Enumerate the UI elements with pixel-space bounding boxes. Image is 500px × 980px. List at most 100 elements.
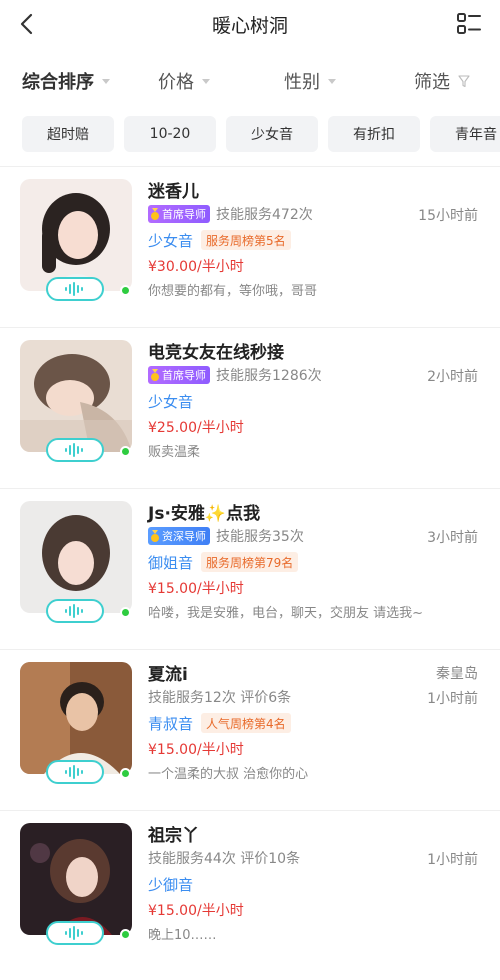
voice-play-button[interactable] [46,277,104,301]
voice-type: 少御音 [148,875,194,894]
list-item[interactable]: 祖宗丫 技能服务44次 评价10条 1小时前 少御音 ¥15.00/半小时 晚上… [0,810,500,971]
tag-chip[interactable]: 青年音 [430,116,500,152]
voice-type: 青叔音 [148,714,194,733]
tag-chip[interactable]: 少女音 [226,116,318,152]
online-status-dot [120,768,131,779]
voice-play-button[interactable] [46,438,104,462]
mentor-badge-label: 资深导师 [162,530,206,543]
avatar[interactable] [20,662,132,774]
online-status-dot [120,285,131,296]
service-stats: 技能服务1286次 [216,368,322,384]
avatar-container[interactable] [20,662,132,784]
service-stats: 技能服务12次 评价6条 [148,690,292,706]
medal-icon [151,529,159,542]
mentor-badge-label: 首席导师 [162,208,206,221]
mentor-badge-label: 首席导师 [162,369,206,382]
location: 秦皇岛 [436,666,478,682]
service-stats: 技能服务35次 [216,529,304,545]
avatar[interactable] [20,340,132,452]
voice-play-button[interactable] [46,599,104,623]
rank-badge: 服务周榜第79名 [201,552,299,572]
price: ¥15.00/半小时 [148,581,244,597]
list-item[interactable]: 电竞女友在线秒接 首席导师 技能服务1286次 2小时前 少女音 ¥25.00/… [0,327,500,488]
voice-play-button[interactable] [46,921,104,945]
list-item[interactable]: Js·安雅✨点我 资深导师 技能服务35次 3小时前 御姐音 服务周榜第79名 … [0,488,500,649]
badge-line: 首席导师 技能服务472次 [148,204,313,224]
sort-label: 价格 [158,72,194,93]
medal-icon [151,207,159,220]
sort-price[interactable]: 价格 [158,68,210,94]
badge-line: 技能服务12次 评价6条 [148,687,291,707]
companion-list: 迷香儿 首席导师 技能服务472次 15小时前 少女音 服务周榜第5名 ¥30.… [0,166,500,971]
caret-down-icon [202,79,210,84]
voice-line: 御姐音 服务周榜第79名 [148,551,299,573]
intro-text: 一个温柔的大叔 治愈你的心 [148,767,309,782]
service-stats: 技能服务472次 [216,207,313,223]
companion-name: 祖宗丫 [148,826,199,846]
list-view-button[interactable] [456,12,482,36]
last-active-time: 1小时前 [427,691,478,707]
avatar[interactable] [20,501,132,613]
online-status-dot [120,929,131,940]
last-active-time: 2小时前 [427,369,478,385]
sort-gender[interactable]: 性别 [284,68,336,94]
caret-down-icon [328,79,336,84]
sort-label: 筛选 [414,72,450,93]
soundwave-icon [65,443,83,457]
list-item[interactable]: 夏流i 秦皇岛 技能服务12次 评价6条 1小时前 青叔音 人气周榜第4名 ¥1… [0,649,500,810]
avatar-container[interactable] [20,340,132,462]
page-title: 暖心树洞 [211,15,288,37]
mentor-badge: 资深导师 [148,527,210,545]
filter-funnel-icon [458,74,470,87]
voice-line: 少御音 [148,873,201,895]
sort-label: 性别 [284,72,320,93]
companion-name: 夏流i [148,665,188,685]
intro-text: 哈喽，我是安雅，电台，聊天，交朋友 请选我~ [148,606,424,621]
avatar-container[interactable] [20,501,132,623]
price: ¥25.00/半小时 [148,420,244,436]
quick-filter-tags: 超时赔 10-20 少女音 有折扣 青年音 [0,116,500,154]
soundwave-icon [65,765,83,779]
tag-chip[interactable]: 超时赔 [22,116,114,152]
mentor-badge: 首席导师 [148,366,210,384]
medal-icon [151,368,159,381]
last-active-time: 3小时前 [427,530,478,546]
voice-line: 青叔音 人气周榜第4名 [148,712,291,734]
soundwave-icon [65,926,83,940]
tag-chip[interactable]: 有折扣 [328,116,420,152]
companion-name: 电竞女友在线秒接 [148,343,284,363]
online-status-dot [120,446,131,457]
mentor-badge: 首席导师 [148,205,210,223]
voice-play-button[interactable] [46,760,104,784]
avatar[interactable] [20,823,132,935]
online-status-dot [120,607,131,618]
top-bar: 暖心树洞 [0,0,500,48]
intro-text: 你想要的都有，等你哦，哥哥 [148,284,318,299]
price: ¥30.00/半小时 [148,259,244,275]
badge-line: 资深导师 技能服务35次 [148,526,304,546]
service-stats: 技能服务44次 评价10条 [148,851,301,867]
companion-name: 迷香儿 [148,182,199,202]
avatar-container[interactable] [20,179,132,301]
sort-filter[interactable]: 筛选 [414,68,470,94]
badge-line: 首席导师 技能服务1286次 [148,365,322,385]
list-item[interactable]: 迷香儿 首席导师 技能服务472次 15小时前 少女音 服务周榜第5名 ¥30.… [0,166,500,327]
sort-bar: 综合排序 价格 性别 筛选 [0,62,500,102]
intro-text: 贩卖温柔 [148,445,201,460]
tag-chip[interactable]: 10-20 [124,116,216,152]
voice-type: 少女音 [148,231,194,250]
voice-line: 少女音 [148,390,201,412]
companion-name: Js·安雅✨点我 [148,504,261,524]
price: ¥15.00/半小时 [148,742,244,758]
soundwave-icon [65,282,83,296]
sort-comprehensive[interactable]: 综合排序 [22,68,110,94]
avatar-container[interactable] [20,823,132,945]
rank-badge: 服务周榜第5名 [201,230,291,250]
price: ¥15.00/半小时 [148,903,244,919]
soundwave-icon [65,604,83,618]
last-active-time: 15小时前 [418,208,478,224]
intro-text: 晚上10…… [148,928,217,943]
list-view-icon [457,13,481,34]
avatar[interactable] [20,179,132,291]
voice-type: 少女音 [148,392,194,411]
